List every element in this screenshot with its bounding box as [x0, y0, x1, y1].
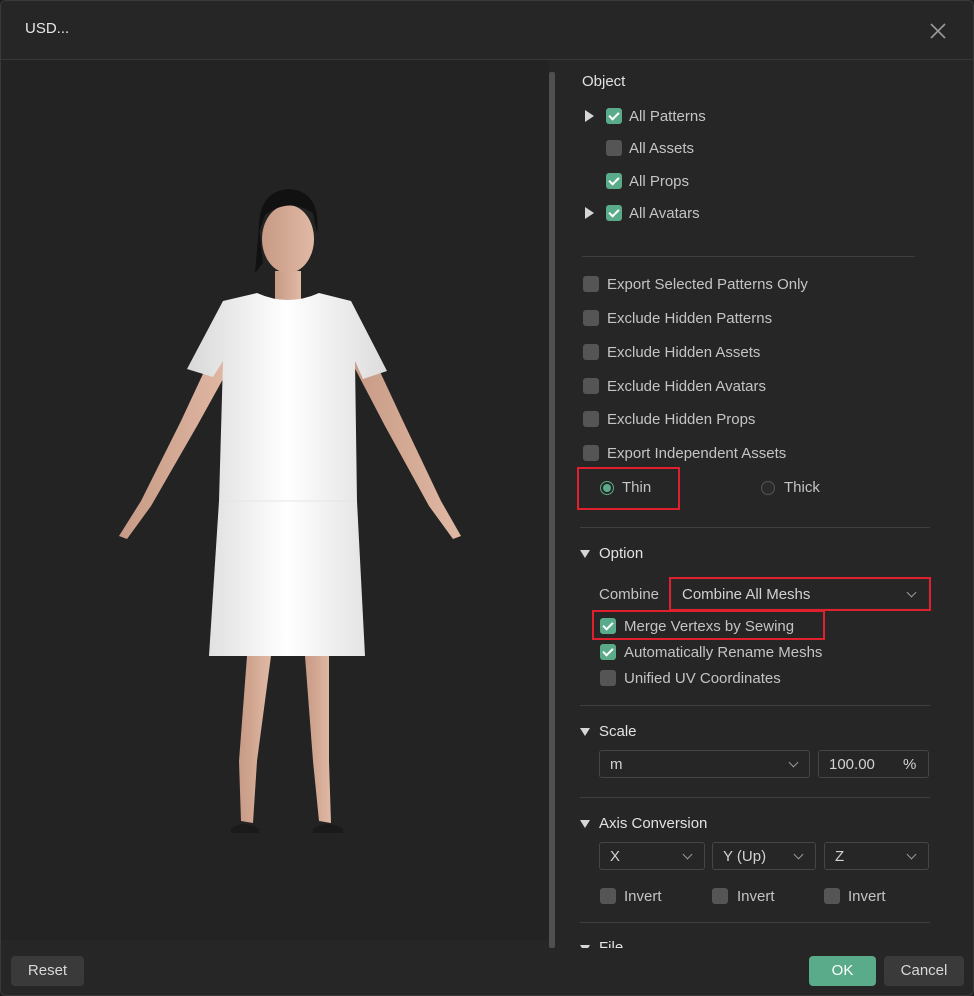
all-props-checkbox[interactable] — [606, 173, 622, 189]
chevron-down-icon — [788, 757, 799, 768]
expand-avatars-icon[interactable] — [585, 207, 594, 219]
axis-y-dropdown[interactable]: Y (Up) — [712, 842, 816, 870]
avatar-figure-image — [119, 189, 461, 833]
unified-uv-label: Unified UV Coordinates — [624, 670, 781, 687]
combine-label: Combine — [599, 586, 660, 603]
avatar-preview-viewport[interactable] — [1, 60, 549, 940]
ok-button[interactable]: OK — [809, 956, 876, 986]
combine-dropdown-value: Combine All Meshs — [682, 586, 811, 603]
reset-button[interactable]: Reset — [11, 956, 84, 986]
combine-dropdown[interactable]: Combine All Meshs — [671, 579, 929, 609]
axis-x-value: X — [610, 848, 621, 865]
all-props-label: All Props — [629, 173, 690, 190]
scale-unit-value: m — [610, 756, 623, 773]
expand-patterns-icon[interactable] — [585, 110, 594, 122]
all-patterns-label: All Patterns — [629, 108, 706, 125]
unified-uv-checkbox[interactable] — [600, 670, 616, 686]
axis-z-dropdown[interactable]: Z — [824, 842, 929, 870]
invert-z-label: Invert — [848, 888, 886, 905]
all-patterns-checkbox[interactable] — [606, 108, 622, 124]
file-section-header: File — [599, 939, 624, 948]
usd-export-dialog: USD... Object All Patterns All Assets Al… — [0, 0, 974, 996]
exclude-hidden-avatars-checkbox[interactable] — [583, 378, 599, 394]
exclude-hidden-props-label: Exclude Hidden Props — [607, 411, 756, 428]
collapse-scale-icon[interactable] — [580, 728, 590, 736]
exclude-hidden-avatars-label: Exclude Hidden Avatars — [607, 378, 766, 395]
export-independent-assets-checkbox[interactable] — [583, 445, 599, 461]
exclude-hidden-props-checkbox[interactable] — [583, 411, 599, 427]
chevron-down-icon — [682, 849, 693, 860]
all-avatars-checkbox[interactable] — [606, 205, 622, 221]
exclude-hidden-patterns-label: Exclude Hidden Patterns — [607, 310, 773, 327]
divider — [580, 797, 930, 798]
panel-scrollbar[interactable] — [549, 72, 555, 948]
auto-rename-checkbox[interactable] — [600, 644, 616, 660]
thick-radio[interactable] — [761, 481, 775, 495]
dialog-title: USD... — [25, 20, 70, 37]
invert-y-checkbox[interactable] — [712, 888, 728, 904]
scale-percent-input[interactable]: 100.00 % — [818, 750, 929, 778]
scale-value: 100.00 — [829, 756, 875, 773]
export-independent-assets-label: Export Independent Assets — [607, 445, 787, 462]
scale-section-header: Scale — [599, 723, 637, 740]
divider — [582, 256, 915, 257]
axis-section-header: Axis Conversion — [599, 815, 708, 832]
all-assets-label: All Assets — [629, 140, 695, 157]
divider — [580, 922, 930, 923]
axis-x-dropdown[interactable]: X — [599, 842, 705, 870]
collapse-option-icon[interactable] — [580, 550, 590, 558]
merge-vertexs-label: Merge Vertexs by Sewing — [624, 618, 795, 635]
option-section-header: Option — [599, 545, 644, 562]
export-options-panel: Object All Patterns All Assets All Props… — [561, 60, 973, 948]
invert-x-label: Invert — [624, 888, 662, 905]
invert-x-checkbox[interactable] — [600, 888, 616, 904]
invert-z-checkbox[interactable] — [824, 888, 840, 904]
object-section-header: Object — [582, 73, 626, 90]
collapse-file-icon[interactable] — [580, 945, 590, 948]
chevron-down-icon — [793, 849, 804, 860]
axis-z-value: Z — [835, 848, 845, 865]
thin-radio[interactable] — [600, 481, 614, 495]
divider — [580, 527, 930, 528]
merge-vertexs-checkbox[interactable] — [600, 618, 616, 634]
export-selected-patterns-label: Export Selected Patterns Only — [607, 276, 808, 293]
scale-unit-dropdown[interactable]: m — [599, 750, 810, 778]
percent-sign: % — [903, 756, 917, 773]
cancel-button[interactable]: Cancel — [884, 956, 964, 986]
chevron-down-icon — [906, 587, 917, 598]
all-assets-checkbox[interactable] — [606, 140, 622, 156]
axis-y-value: Y (Up) — [723, 848, 767, 865]
export-selected-patterns-checkbox[interactable] — [583, 276, 599, 292]
collapse-axis-icon[interactable] — [580, 820, 590, 828]
divider — [580, 705, 930, 706]
invert-y-label: Invert — [737, 888, 775, 905]
close-icon[interactable] — [927, 20, 949, 42]
title-bar: USD... — [1, 1, 973, 60]
auto-rename-label: Automatically Rename Meshs — [624, 644, 823, 661]
all-avatars-label: All Avatars — [629, 205, 700, 222]
exclude-hidden-assets-checkbox[interactable] — [583, 344, 599, 360]
thin-label: Thin — [622, 479, 652, 496]
chevron-down-icon — [906, 849, 917, 860]
thick-label: Thick — [784, 479, 820, 496]
exclude-hidden-assets-label: Exclude Hidden Assets — [607, 344, 761, 361]
exclude-hidden-patterns-checkbox[interactable] — [583, 310, 599, 326]
